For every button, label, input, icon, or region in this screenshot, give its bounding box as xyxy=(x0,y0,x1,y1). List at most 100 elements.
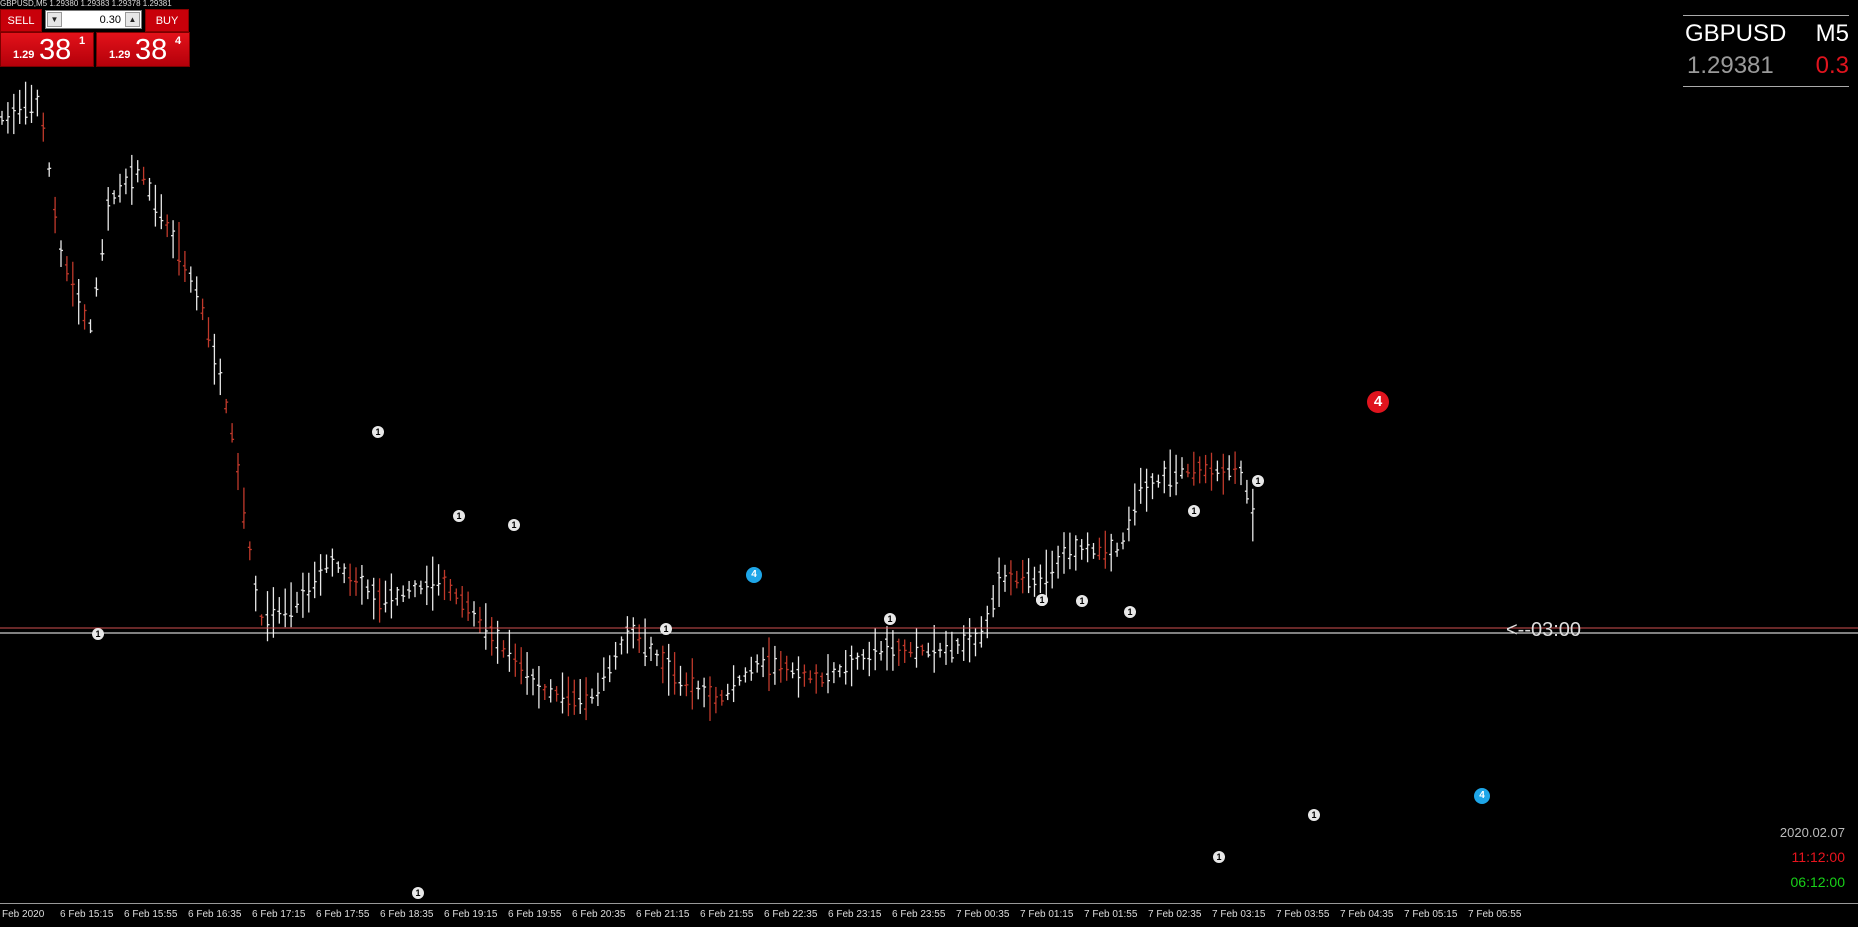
ohlc-bar xyxy=(342,563,347,584)
sell-button[interactable]: SELL xyxy=(0,9,42,32)
news-event-marker[interactable]: 1 xyxy=(412,887,424,899)
news-event-marker[interactable]: 1 xyxy=(1188,505,1200,517)
time-axis-label: 7 Feb 05:55 xyxy=(1468,909,1522,920)
ohlc-bar xyxy=(808,670,813,684)
time-axis: Feb 2020 6 Feb 15:15 6 Feb 15:55 6 Feb 16:3… xyxy=(0,903,1858,927)
ohlc-bar xyxy=(418,580,423,595)
buy-price-button[interactable]: 1.29 38 4 xyxy=(96,32,190,67)
ohlc-bar xyxy=(106,187,111,231)
chart-window[interactable]: GBPUSD,M5 1.29380 1.29383 1.29378 1.2938… xyxy=(0,0,1858,927)
news-event-marker[interactable]: 1 xyxy=(453,510,465,522)
news-event-marker[interactable]: 1 xyxy=(1308,809,1320,821)
news-event-marker[interactable]: 1 xyxy=(1252,475,1264,487)
ohlc-bar xyxy=(890,630,895,671)
ohlc-bar xyxy=(513,643,518,677)
time-axis-label: Feb 2020 xyxy=(2,909,45,920)
clock-local-time: 06:12:00 xyxy=(1790,874,1846,890)
ohlc-bar xyxy=(29,84,34,123)
ohlc-bar xyxy=(743,667,748,683)
ohlc-bar xyxy=(725,683,730,701)
ohlc-bar xyxy=(135,160,140,183)
news-event-marker[interactable]: 1 xyxy=(1036,594,1048,606)
symbol-name: GBPUSD xyxy=(1685,20,1787,47)
news-event-marker[interactable]: 4 xyxy=(1474,788,1490,804)
ohlc-bar xyxy=(247,541,252,561)
ohlc-bar xyxy=(595,672,600,707)
ohlc-bar xyxy=(784,655,789,681)
ohlc-bar xyxy=(702,677,707,708)
ohlc-bar xyxy=(165,214,170,238)
news-event-marker[interactable]: 1 xyxy=(92,628,104,640)
news-event-marker[interactable]: 1 xyxy=(1124,606,1136,618)
news-event-marker[interactable]: 4 xyxy=(1367,391,1389,413)
ohlc-bar xyxy=(442,569,447,601)
ohlc-bar xyxy=(11,93,16,135)
news-event-marker[interactable]: 1 xyxy=(884,613,896,625)
ohlc-bar xyxy=(1132,483,1137,526)
ohlc-bar xyxy=(359,565,364,605)
news-event-marker[interactable]: 1 xyxy=(660,623,672,635)
news-event-marker[interactable]: 1 xyxy=(1213,851,1225,863)
ohlc-bar xyxy=(1233,451,1238,484)
buy-button[interactable]: BUY xyxy=(145,9,189,32)
ohlc-bar xyxy=(525,652,530,695)
ohlc-bar xyxy=(1191,451,1196,486)
ohlc-bar xyxy=(277,597,282,624)
ohlc-bar xyxy=(483,603,488,650)
ohlc-bar xyxy=(831,662,836,684)
lot-increase-icon[interactable]: ▲ xyxy=(125,12,140,27)
news-event-marker[interactable]: 4 xyxy=(746,567,762,583)
news-event-marker[interactable]: 1 xyxy=(1076,595,1088,607)
ohlc-bar xyxy=(283,588,288,628)
time-axis-label: 6 Feb 22:35 xyxy=(764,909,818,920)
ohlc-bar xyxy=(1221,453,1226,495)
ohlc-bar xyxy=(1215,460,1220,482)
time-axis-label: 7 Feb 02:35 xyxy=(1148,909,1202,920)
news-event-marker[interactable]: 1 xyxy=(508,519,520,531)
ohlc-bar xyxy=(348,563,353,596)
ohlc-bar xyxy=(997,557,1002,607)
buy-price-pip: 4 xyxy=(175,35,182,47)
ohlc-bar xyxy=(1103,530,1108,569)
ohlc-bar xyxy=(230,423,235,443)
ohlc-bar xyxy=(147,177,152,201)
news-event-marker[interactable]: 1 xyxy=(372,426,384,438)
ohlc-bar xyxy=(1185,463,1190,478)
ohlc-bar xyxy=(141,166,146,185)
lot-size-input[interactable]: ▼ 0.30 ▲ xyxy=(45,10,142,29)
ohlc-bar xyxy=(578,679,583,714)
ohlc-bar xyxy=(1079,539,1084,560)
ohlc-bar xyxy=(1097,537,1102,560)
buy-price-prefix: 1.29 xyxy=(109,49,131,61)
ohlc-bar xyxy=(908,641,913,658)
ohlc-bar xyxy=(112,190,117,205)
ohlc-bar xyxy=(1032,566,1037,597)
ohlc-bar xyxy=(489,617,494,656)
ohlc-bar xyxy=(560,672,565,714)
ohlc-bar xyxy=(802,664,807,687)
lot-decrease-icon[interactable]: ▼ xyxy=(47,12,62,27)
ohlc-bar xyxy=(289,582,294,628)
ohlc-bar xyxy=(737,675,742,686)
time-axis-label: 7 Feb 03:55 xyxy=(1276,909,1330,920)
ohlc-bar xyxy=(407,580,412,599)
price-chart[interactable] xyxy=(0,0,1858,903)
ohlc-bar xyxy=(796,656,801,698)
ohlc-bar xyxy=(123,168,128,195)
ohlc-bar xyxy=(94,277,99,297)
ohlc-bar xyxy=(536,666,541,709)
ohlc-bar xyxy=(1244,479,1249,504)
sell-price-button[interactable]: 1.29 38 1 xyxy=(0,32,94,67)
lot-size-value: 0.30 xyxy=(99,14,121,26)
ohlc-bar xyxy=(100,239,105,261)
ohlc-bar xyxy=(454,588,459,605)
ohlc-bar xyxy=(495,620,500,664)
ohlc-bar xyxy=(395,586,400,606)
time-axis-label: 6 Feb 23:15 xyxy=(828,909,882,920)
ohlc-bar xyxy=(41,112,46,142)
ohlc-bar xyxy=(1067,532,1072,570)
ohlc-bar xyxy=(601,657,606,691)
ohlc-bar xyxy=(466,591,471,621)
ohlc-bar xyxy=(1162,460,1167,494)
ohlc-bar xyxy=(306,572,311,613)
